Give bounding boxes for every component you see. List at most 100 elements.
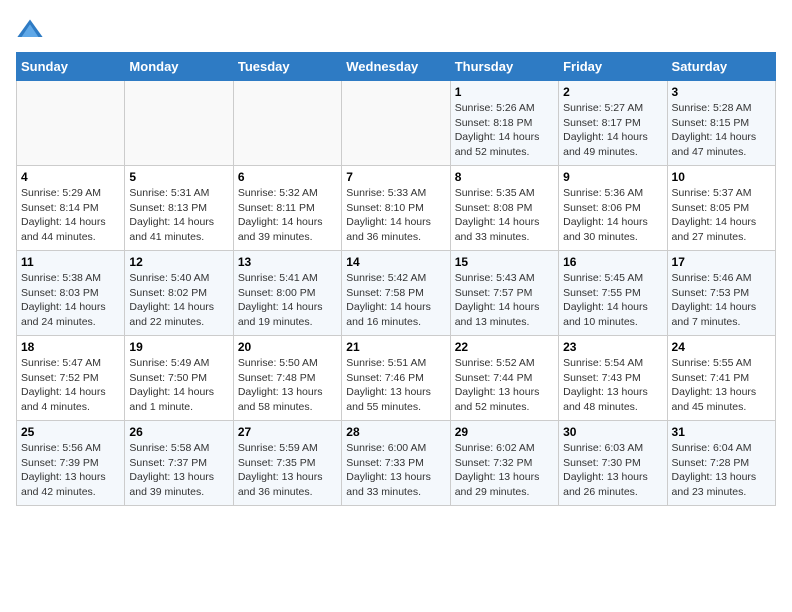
day-info: Sunrise: 5:28 AM Sunset: 8:15 PM Dayligh… bbox=[672, 101, 771, 160]
calendar-cell: 10 Sunrise: 5:37 AM Sunset: 8:05 PM Dayli… bbox=[667, 166, 775, 251]
day-number: 9 bbox=[563, 170, 662, 184]
calendar-cell bbox=[342, 81, 450, 166]
day-number: 12 bbox=[129, 255, 228, 269]
day-number: 6 bbox=[238, 170, 337, 184]
day-number: 29 bbox=[455, 425, 554, 439]
day-info: Sunrise: 5:49 AM Sunset: 7:50 PM Dayligh… bbox=[129, 356, 228, 415]
day-info: Sunrise: 5:40 AM Sunset: 8:02 PM Dayligh… bbox=[129, 271, 228, 330]
calendar-cell: 24 Sunrise: 5:55 AM Sunset: 7:41 PM Dayli… bbox=[667, 336, 775, 421]
calendar-cell: 12 Sunrise: 5:40 AM Sunset: 8:02 PM Dayli… bbox=[125, 251, 233, 336]
day-info: Sunrise: 5:50 AM Sunset: 7:48 PM Dayligh… bbox=[238, 356, 337, 415]
day-number: 10 bbox=[672, 170, 771, 184]
day-number: 21 bbox=[346, 340, 445, 354]
day-number: 26 bbox=[129, 425, 228, 439]
calendar-cell: 17 Sunrise: 5:46 AM Sunset: 7:53 PM Dayli… bbox=[667, 251, 775, 336]
column-header-wednesday: Wednesday bbox=[342, 53, 450, 81]
calendar-cell: 13Sunrise: 5:41 AM Sunset: 8:00 PM Dayli… bbox=[233, 251, 341, 336]
column-header-monday: Monday bbox=[125, 53, 233, 81]
day-info: Sunrise: 5:58 AM Sunset: 7:37 PM Dayligh… bbox=[129, 441, 228, 500]
day-info: Sunrise: 6:04 AM Sunset: 7:28 PM Dayligh… bbox=[672, 441, 771, 500]
calendar-week-row: 18 Sunrise: 5:47 AM Sunset: 7:52 PM Dayli… bbox=[17, 336, 776, 421]
calendar-cell: 29 Sunrise: 6:02 AM Sunset: 7:32 PM Dayli… bbox=[450, 421, 558, 506]
calendar-cell: 14 Sunrise: 5:42 AM Sunset: 7:58 PM Dayli… bbox=[342, 251, 450, 336]
day-number: 1 bbox=[455, 85, 554, 99]
day-number: 11 bbox=[21, 255, 120, 269]
day-info: Sunrise: 6:00 AM Sunset: 7:33 PM Dayligh… bbox=[346, 441, 445, 500]
day-number: 3 bbox=[672, 85, 771, 99]
calendar-cell: 22 Sunrise: 5:52 AM Sunset: 7:44 PM Dayli… bbox=[450, 336, 558, 421]
calendar-cell: 19Sunrise: 5:49 AM Sunset: 7:50 PM Dayli… bbox=[125, 336, 233, 421]
day-info: Sunrise: 5:36 AM Sunset: 8:06 PM Dayligh… bbox=[563, 186, 662, 245]
calendar-cell: 26 Sunrise: 5:58 AM Sunset: 7:37 PM Dayli… bbox=[125, 421, 233, 506]
column-header-thursday: Thursday bbox=[450, 53, 558, 81]
page-header bbox=[16, 16, 776, 44]
day-number: 14 bbox=[346, 255, 445, 269]
calendar-week-row: 4 Sunrise: 5:29 AM Sunset: 8:14 PM Daylig… bbox=[17, 166, 776, 251]
calendar-cell: 1 Sunrise: 5:26 AM Sunset: 8:18 PM Daylig… bbox=[450, 81, 558, 166]
calendar-cell: 7Sunrise: 5:33 AM Sunset: 8:10 PM Daylig… bbox=[342, 166, 450, 251]
calendar-cell bbox=[17, 81, 125, 166]
day-number: 24 bbox=[672, 340, 771, 354]
day-info: Sunrise: 6:02 AM Sunset: 7:32 PM Dayligh… bbox=[455, 441, 554, 500]
day-number: 5 bbox=[129, 170, 228, 184]
calendar-cell: 11 Sunrise: 5:38 AM Sunset: 8:03 PM Dayli… bbox=[17, 251, 125, 336]
calendar-cell: 23 Sunrise: 5:54 AM Sunset: 7:43 PM Dayli… bbox=[559, 336, 667, 421]
day-info: Sunrise: 6:03 AM Sunset: 7:30 PM Dayligh… bbox=[563, 441, 662, 500]
day-info: Sunrise: 5:26 AM Sunset: 8:18 PM Dayligh… bbox=[455, 101, 554, 160]
day-info: Sunrise: 5:33 AM Sunset: 8:10 PM Dayligh… bbox=[346, 186, 445, 245]
calendar-cell: 31Sunrise: 6:04 AM Sunset: 7:28 PM Dayli… bbox=[667, 421, 775, 506]
day-number: 17 bbox=[672, 255, 771, 269]
logo bbox=[16, 16, 46, 44]
day-number: 28 bbox=[346, 425, 445, 439]
calendar-cell: 21 Sunrise: 5:51 AM Sunset: 7:46 PM Dayli… bbox=[342, 336, 450, 421]
day-number: 13 bbox=[238, 255, 337, 269]
day-info: Sunrise: 5:59 AM Sunset: 7:35 PM Dayligh… bbox=[238, 441, 337, 500]
calendar-cell: 16 Sunrise: 5:45 AM Sunset: 7:55 PM Dayli… bbox=[559, 251, 667, 336]
calendar-table: SundayMondayTuesdayWednesdayThursdayFrid… bbox=[16, 52, 776, 506]
day-info: Sunrise: 5:29 AM Sunset: 8:14 PM Dayligh… bbox=[21, 186, 120, 245]
day-info: Sunrise: 5:51 AM Sunset: 7:46 PM Dayligh… bbox=[346, 356, 445, 415]
calendar-cell: 20Sunrise: 5:50 AM Sunset: 7:48 PM Dayli… bbox=[233, 336, 341, 421]
day-number: 22 bbox=[455, 340, 554, 354]
day-number: 30 bbox=[563, 425, 662, 439]
day-info: Sunrise: 5:46 AM Sunset: 7:53 PM Dayligh… bbox=[672, 271, 771, 330]
day-info: Sunrise: 5:32 AM Sunset: 8:11 PM Dayligh… bbox=[238, 186, 337, 245]
calendar-cell: 8 Sunrise: 5:35 AM Sunset: 8:08 PM Daylig… bbox=[450, 166, 558, 251]
calendar-cell: 30 Sunrise: 6:03 AM Sunset: 7:30 PM Dayli… bbox=[559, 421, 667, 506]
calendar-week-row: 11 Sunrise: 5:38 AM Sunset: 8:03 PM Dayli… bbox=[17, 251, 776, 336]
day-info: Sunrise: 5:35 AM Sunset: 8:08 PM Dayligh… bbox=[455, 186, 554, 245]
calendar-cell bbox=[233, 81, 341, 166]
day-info: Sunrise: 5:55 AM Sunset: 7:41 PM Dayligh… bbox=[672, 356, 771, 415]
day-info: Sunrise: 5:54 AM Sunset: 7:43 PM Dayligh… bbox=[563, 356, 662, 415]
day-number: 15 bbox=[455, 255, 554, 269]
calendar-cell: 25Sunrise: 5:56 AM Sunset: 7:39 PM Dayli… bbox=[17, 421, 125, 506]
calendar-cell: 18 Sunrise: 5:47 AM Sunset: 7:52 PM Dayli… bbox=[17, 336, 125, 421]
column-header-sunday: Sunday bbox=[17, 53, 125, 81]
calendar-week-row: 25Sunrise: 5:56 AM Sunset: 7:39 PM Dayli… bbox=[17, 421, 776, 506]
day-info: Sunrise: 5:31 AM Sunset: 8:13 PM Dayligh… bbox=[129, 186, 228, 245]
day-info: Sunrise: 5:52 AM Sunset: 7:44 PM Dayligh… bbox=[455, 356, 554, 415]
day-number: 4 bbox=[21, 170, 120, 184]
calendar-cell: 15Sunrise: 5:43 AM Sunset: 7:57 PM Dayli… bbox=[450, 251, 558, 336]
day-info: Sunrise: 5:47 AM Sunset: 7:52 PM Dayligh… bbox=[21, 356, 120, 415]
calendar-cell: 2Sunrise: 5:27 AM Sunset: 8:17 PM Daylig… bbox=[559, 81, 667, 166]
calendar-cell: 5 Sunrise: 5:31 AM Sunset: 8:13 PM Daylig… bbox=[125, 166, 233, 251]
day-info: Sunrise: 5:45 AM Sunset: 7:55 PM Dayligh… bbox=[563, 271, 662, 330]
day-number: 18 bbox=[21, 340, 120, 354]
day-number: 25 bbox=[21, 425, 120, 439]
column-header-tuesday: Tuesday bbox=[233, 53, 341, 81]
day-info: Sunrise: 5:38 AM Sunset: 8:03 PM Dayligh… bbox=[21, 271, 120, 330]
calendar-cell: 9 Sunrise: 5:36 AM Sunset: 8:06 PM Daylig… bbox=[559, 166, 667, 251]
column-header-saturday: Saturday bbox=[667, 53, 775, 81]
calendar-cell: 27 Sunrise: 5:59 AM Sunset: 7:35 PM Dayli… bbox=[233, 421, 341, 506]
day-number: 8 bbox=[455, 170, 554, 184]
calendar-cell: 3 Sunrise: 5:28 AM Sunset: 8:15 PM Daylig… bbox=[667, 81, 775, 166]
day-info: Sunrise: 5:42 AM Sunset: 7:58 PM Dayligh… bbox=[346, 271, 445, 330]
day-number: 16 bbox=[563, 255, 662, 269]
day-number: 23 bbox=[563, 340, 662, 354]
logo-icon bbox=[16, 16, 44, 44]
day-number: 27 bbox=[238, 425, 337, 439]
calendar-cell: 6 Sunrise: 5:32 AM Sunset: 8:11 PM Daylig… bbox=[233, 166, 341, 251]
calendar-cell: 28 Sunrise: 6:00 AM Sunset: 7:33 PM Dayli… bbox=[342, 421, 450, 506]
day-info: Sunrise: 5:37 AM Sunset: 8:05 PM Dayligh… bbox=[672, 186, 771, 245]
